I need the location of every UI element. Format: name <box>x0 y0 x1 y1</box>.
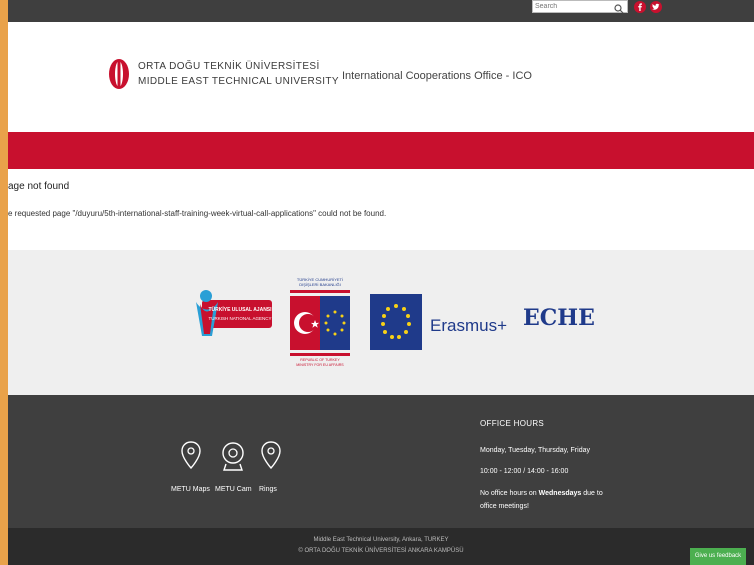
search-box <box>532 0 628 14</box>
page-title: age not found <box>8 181 70 192</box>
ministry-eu-affairs-icon: TÜRKİYE CUMHURİYETİ DIŞİŞLERİ BAKANLIĞI … <box>290 277 350 367</box>
copyright-line: © ORTA DOĞU TEKNİK ÜNİVERSİTESİ ANKARA K… <box>298 548 464 554</box>
tua-line1: TÜRKİYE ULUSAL AJANSI <box>208 306 272 313</box>
search-button[interactable] <box>613 1 625 14</box>
turkish-national-agency-icon: TÜRKİYE ULUSAL AJANSI TURKISH NATIONAL A… <box>196 290 272 336</box>
office-hours-note-line2: office meetings! <box>480 503 529 510</box>
office-hours-note: No office hours on Wednesdays due to <box>480 490 603 497</box>
search-input[interactable] <box>535 1 605 12</box>
office-hours-title: OFFICE HOURS <box>480 419 545 428</box>
map-pin-icon <box>261 441 281 470</box>
page: ORTA DOĞU TEKNİK ÜNİVERSİTESİ MIDDLE EAS… <box>8 0 754 565</box>
office-hours-note-bold: Wednesdays <box>538 490 582 497</box>
metu-maps-label: METU Maps <box>171 486 210 493</box>
mfa-bottom1: REPUBLIC OF TURKEY <box>300 358 340 362</box>
erasmus-plus-logo[interactable]: Erasmus+ <box>430 316 507 336</box>
webcam-icon <box>222 442 244 471</box>
site-footer: METU Maps METU Cam Rings OFFICE HOURS Mo… <box>8 395 754 528</box>
not-found-message: e requested page "/duyuru/5th-internatio… <box>8 209 387 218</box>
search-icon <box>614 4 624 14</box>
top-bar <box>8 0 754 22</box>
feedback-button[interactable]: Give us feedback <box>690 548 746 565</box>
rings-label: Rings <box>259 486 277 493</box>
office-hours-time: 10:00 - 12:00 / 14:00 - 16:00 <box>480 468 569 475</box>
eche-logo[interactable]: ECHE <box>523 305 595 331</box>
logo-line-tr: ORTA DOĞU TEKNİK ÜNİVERSİTESİ <box>138 61 320 72</box>
copyright-bar: Middle East Technical University, Ankara… <box>8 528 754 565</box>
mfa-bottom2: MINISTRY FOR EU AFFAIRS <box>296 363 344 367</box>
tua-line2: TURKISH NATIONAL AGENCY <box>208 316 271 321</box>
office-hours-note-suffix: due to <box>581 490 603 497</box>
metu-cam-label: METU Cam <box>215 486 252 493</box>
map-pin-icon <box>181 441 201 470</box>
eu-flag-icon <box>370 294 422 350</box>
facebook-icon[interactable] <box>634 1 646 13</box>
nav-bar <box>8 132 754 169</box>
main-content: age not found e requested page "/duyuru/… <box>8 169 754 250</box>
address-line: Middle East Technical University, Ankara… <box>313 537 449 543</box>
mfa-top2: DIŞİŞLERİ BAKANLIĞI <box>299 282 341 287</box>
office-hours-note-prefix: No office hours on <box>480 490 539 497</box>
twitter-icon[interactable] <box>650 1 662 13</box>
office-hours-days: Monday, Tuesday, Thursday, Friday <box>480 447 590 454</box>
partner-logos: TÜRKİYE ULUSAL AJANSI TURKISH NATIONAL A… <box>8 250 754 395</box>
logo-line-en: MIDDLE EAST TECHNICAL UNIVERSITY <box>138 76 339 87</box>
office-title-link[interactable]: International Cooperations Office - ICO <box>342 70 532 82</box>
metu-logo-icon <box>109 59 129 89</box>
logo-text: ORTA DOĞU TEKNİK ÜNİVERSİTESİ MIDDLE EAS… <box>138 59 339 89</box>
site-header: ORTA DOĞU TEKNİK ÜNİVERSİTESİ MIDDLE EAS… <box>8 22 754 132</box>
